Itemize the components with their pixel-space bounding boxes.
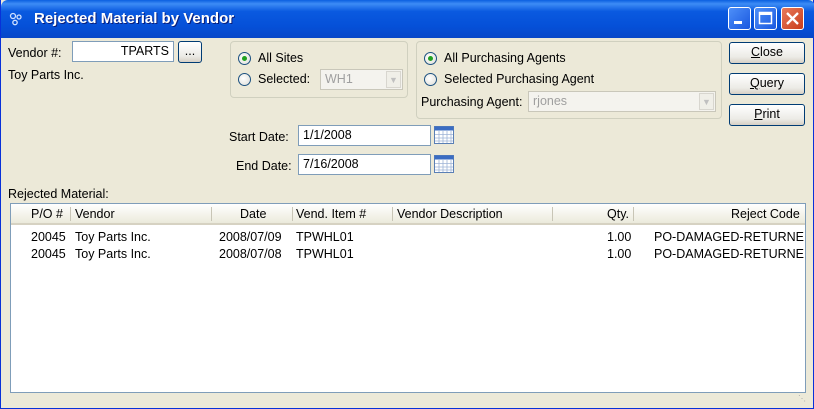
calendar-icon[interactable] [434,126,454,144]
chevron-down-icon: ▼ [386,71,401,88]
print-label: rint [762,107,780,121]
selected-agent-radio[interactable] [424,73,437,86]
start-date-field[interactable]: 1/1/2008 [298,125,431,146]
close-mnemonic: C [751,45,761,59]
column-header-po[interactable]: P/O # [31,207,63,221]
close-icon [786,12,799,25]
all-sites-radio[interactable] [238,52,251,65]
start-date-label: Start Date: [229,130,289,144]
all-agents-radio[interactable] [424,52,437,65]
cell-po: 20045 [31,230,66,244]
purchasing-agent-label: Purchasing Agent: [421,95,523,109]
minimize-button[interactable] [728,7,751,30]
chevron-down-icon: ▼ [699,93,714,110]
cell-vend-item: TPWHL01 [296,247,354,261]
vendor-label: Vendor #: [8,46,62,60]
client-area: Vendor #: TPARTS ... Toy Parts Inc. All … [4,38,810,406]
close-label: lose [760,45,783,59]
column-header-vend-item[interactable]: Vend. Item # [296,207,366,221]
column-header-date[interactable]: Date [240,207,266,221]
window: Rejected Material by Vendor Vendor #: TP… [0,0,814,409]
column-divider[interactable] [392,207,393,221]
cell-date: 2008/07/09 [219,230,282,244]
rejected-material-table[interactable]: P/O # Vendor Date Vend. Item # Vendor De… [10,203,806,393]
site-select-value: WH1 [325,72,353,86]
column-header-qty[interactable]: Qty. [607,207,629,221]
title-bar[interactable]: Rejected Material by Vendor [1,0,814,38]
app-icon [9,12,22,26]
all-sites-label[interactable]: All Sites [258,51,303,65]
site-select[interactable]: WH1 ▼ [320,69,403,90]
column-divider[interactable] [292,207,293,221]
selected-site-radio[interactable] [238,73,251,86]
end-date-label: End Date: [236,159,292,173]
selected-site-label[interactable]: Selected: [258,72,310,86]
column-header-vendor-description[interactable]: Vendor Description [397,207,503,221]
query-label: uery [759,76,785,90]
purchasing-agent-select[interactable]: rjones ▼ [528,91,716,112]
column-divider[interactable] [633,207,634,221]
selected-agent-label[interactable]: Selected Purchasing Agent [444,72,594,86]
query-button[interactable]: Query [729,73,805,95]
close-window-button[interactable] [781,7,804,30]
minimize-icon [734,21,742,24]
cell-qty: 1.00 [607,230,632,244]
vendor-number-field[interactable]: TPARTS [72,41,174,62]
maximize-button[interactable] [754,7,777,30]
vendor-lookup-button[interactable]: ... [178,41,202,63]
rejected-material-label: Rejected Material: [8,187,109,201]
cell-reject-code: PO-DAMAGED-RETURNED [654,230,806,244]
end-date-field[interactable]: 7/16/2008 [298,154,431,175]
column-divider[interactable] [552,207,553,221]
column-divider[interactable] [70,207,71,221]
cell-reject-code: PO-DAMAGED-RETURNED [654,247,806,261]
cell-vendor: Toy Parts Inc. [75,247,151,261]
close-button[interactable]: Close [729,42,805,64]
table-header: P/O # Vendor Date Vend. Item # Vendor De… [11,204,805,225]
column-divider[interactable] [211,207,212,221]
all-agents-label[interactable]: All Purchasing Agents [444,51,566,65]
print-button[interactable]: Print [729,104,805,126]
column-header-reject-code[interactable]: Reject Code [731,207,800,221]
cell-vendor: Toy Parts Inc. [75,230,151,244]
cell-po: 20045 [31,247,66,261]
cell-qty: 1.00 [607,247,632,261]
window-title: Rejected Material by Vendor [34,10,235,27]
resize-grip-icon[interactable]: ⋱ [798,394,808,404]
maximize-icon [758,11,773,25]
vendor-name: Toy Parts Inc. [8,68,84,82]
purchasing-agent-value: rjones [533,94,568,108]
query-mnemonic: Q [749,76,760,90]
calendar-icon[interactable] [434,155,454,173]
cell-date: 2008/07/08 [219,247,282,261]
column-header-vendor[interactable]: Vendor [75,207,115,221]
cell-vend-item: TPWHL01 [296,230,354,244]
